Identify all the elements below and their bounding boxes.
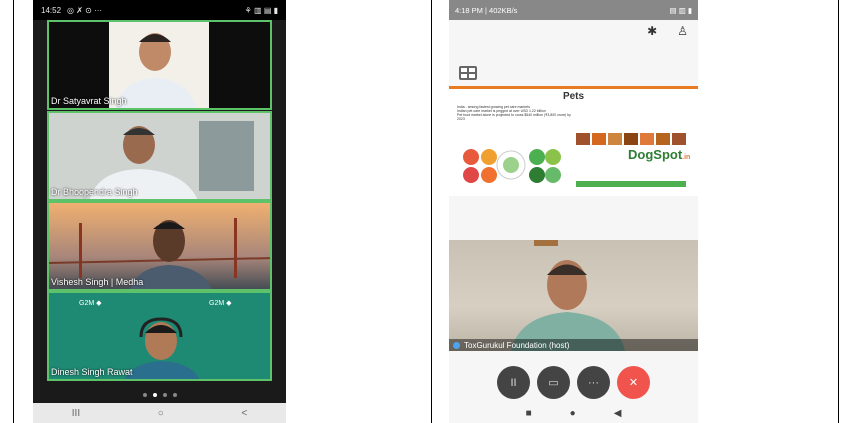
page-dot-active xyxy=(152,393,157,397)
recent-apps-button[interactable]: III xyxy=(72,408,80,419)
participant-tile[interactable]: G2M ◆ G2M ◆ Dinesh Singh Rawat xyxy=(47,291,272,381)
status-system-icons: ▤ ▥ ▮ xyxy=(669,5,692,15)
host-name-label: ToxGurukul Foundation (host) xyxy=(449,339,698,351)
video-off-icon: ▭ xyxy=(548,377,559,389)
screenshot-frame: 14:52 ◎ ✗ ⊙ ··· ⚘ ▥ ▤ ▮ Dr Satyavrat Sin… xyxy=(0,0,853,423)
pause-icon: II xyxy=(510,376,517,389)
android-nav-bar: III ○ < xyxy=(33,403,286,423)
middle-border xyxy=(431,0,432,423)
bluetooth-icon[interactable]: ✱ xyxy=(647,24,657,38)
participant-name: Dr Bhoopendra Singh xyxy=(51,187,138,197)
status-time: 14:52 xyxy=(41,5,62,15)
participant-tile[interactable]: Vishesh Singh | Medha xyxy=(47,201,272,291)
top-icons: ✱ ♙ xyxy=(647,24,688,38)
more-icon: ··· xyxy=(588,376,599,389)
brand-suffix: .in xyxy=(682,154,691,161)
brand-name: DogSpot xyxy=(628,147,683,162)
host-video-feed xyxy=(511,240,625,351)
shared-slide: Pets India - among fastest growing pet c… xyxy=(449,86,698,196)
back-button[interactable]: ◀ xyxy=(614,408,622,419)
participants-icon[interactable]: ♙ xyxy=(677,24,688,38)
recent-apps-button[interactable]: ■ xyxy=(526,408,532,419)
brand-logo: DogSpot.in xyxy=(628,147,690,162)
slide-graphics xyxy=(463,133,686,187)
gallery-view-icon[interactable] xyxy=(459,66,477,80)
back-button[interactable]: < xyxy=(241,408,247,419)
close-icon: ✕ xyxy=(628,377,639,389)
participant-tile[interactable]: Dr Bhoopendra Singh xyxy=(47,111,272,201)
page-dot xyxy=(172,393,177,397)
left-border xyxy=(13,0,14,423)
participant-name: Vishesh Singh | Medha xyxy=(51,277,144,287)
svg-text:G2M ◆: G2M ◆ xyxy=(209,300,232,307)
status-bar: 14:52 ◎ ✗ ⊙ ··· ⚘ ▥ ▤ ▮ xyxy=(33,0,286,20)
svg-text:G2M ◆: G2M ◆ xyxy=(79,300,102,307)
pause-button[interactable]: II xyxy=(497,366,530,399)
host-name: ToxGurukul Foundation (host) xyxy=(464,340,570,350)
right-border xyxy=(838,0,839,423)
android-nav-bar: ■ ● ◀ xyxy=(449,403,698,423)
page-indicator xyxy=(33,393,286,397)
right-phone-screen: 4:18 PM | 402KB/s ▤ ▥ ▮ ✱ ♙ Pets India -… xyxy=(449,0,698,423)
home-button[interactable]: ● xyxy=(570,408,576,419)
status-bar: 4:18 PM | 402KB/s ▤ ▥ ▮ xyxy=(449,0,698,20)
home-button[interactable]: ○ xyxy=(158,408,164,419)
page-dot xyxy=(142,393,147,397)
left-phone-screen: 14:52 ◎ ✗ ⊙ ··· ⚘ ▥ ▤ ▮ Dr Satyavrat Sin… xyxy=(33,0,286,423)
status-system-icons: ⚘ ▥ ▤ ▮ xyxy=(244,5,278,15)
host-status-icon xyxy=(453,341,460,349)
participant-name: Dinesh Singh Rawat xyxy=(51,367,133,377)
status-app-icons: ◎ ✗ ⊙ ··· xyxy=(67,5,103,15)
video-off-button[interactable]: ▭ xyxy=(537,366,570,399)
call-controls: II ▭ ··· ✕ xyxy=(449,366,698,399)
more-button[interactable]: ··· xyxy=(577,366,610,399)
status-time: 4:18 PM | 402KB/s xyxy=(455,5,518,15)
page-dot xyxy=(162,393,167,397)
host-video[interactable]: ToxGurukul Foundation (host) xyxy=(449,240,698,351)
participant-name: Dr Satyavrat Singh xyxy=(51,96,127,106)
end-call-button[interactable]: ✕ xyxy=(617,366,650,399)
participant-tile[interactable]: Dr Satyavrat Singh xyxy=(47,20,272,110)
